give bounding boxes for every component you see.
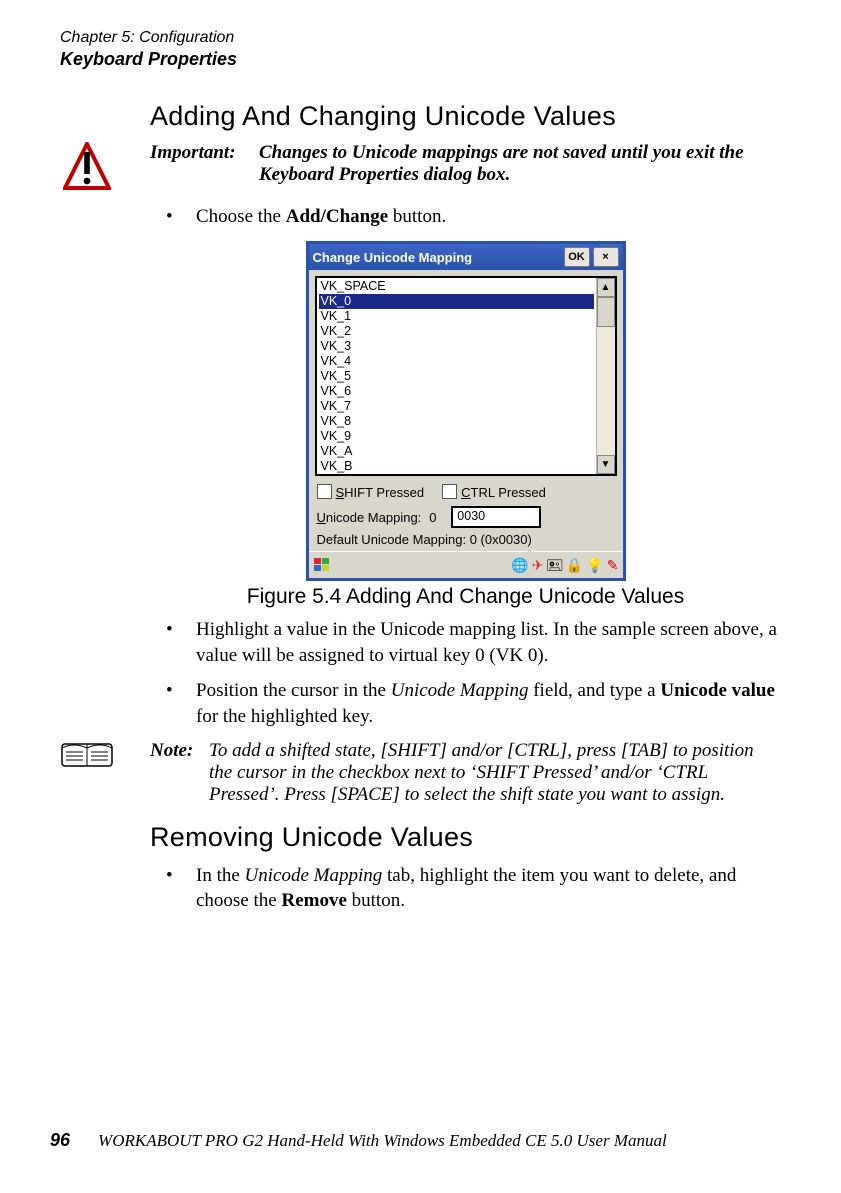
unicode-mapping-label: Unicode Mapping:: [317, 510, 422, 525]
list-item[interactable]: VK_1: [319, 309, 594, 324]
important-text: Changes to Unicode mappings are not save…: [259, 142, 769, 186]
bullet-a1-post: button.: [388, 206, 446, 227]
shift-u: S: [336, 485, 345, 500]
bullet-a1-bold: Add/Change: [286, 206, 388, 227]
bullet-b2: Position the cursor in the Unicode Mappi…: [150, 678, 781, 729]
note-icon: [60, 738, 114, 772]
note-text: To add a shifted state, [SHIFT] and/or […: [209, 740, 769, 806]
list-item[interactable]: VK_7: [319, 399, 594, 414]
bullet-b2-pre: Position the cursor in the: [196, 680, 391, 701]
bullet-list-b: Highlight a value in the Unicode mapping…: [150, 617, 781, 730]
shift-rest: HIFT Pressed: [344, 485, 424, 500]
section-title-adding: Adding And Changing Unicode Values: [150, 101, 781, 132]
bullet-list-a: Choose the Add/Change button.: [150, 204, 781, 230]
ctrl-u: C: [461, 485, 470, 500]
ctrl-pressed-checkbox[interactable]: CTRL Pressed: [442, 484, 546, 500]
dialog-titlebar: Change Unicode Mapping OK ×: [309, 244, 623, 270]
running-header: Chapter 5: Configuration Keyboard Proper…: [60, 28, 781, 71]
tray-pen-icon[interactable]: ✎: [607, 558, 619, 572]
figure-screenshot: Change Unicode Mapping OK × VK_SPACEVK_0…: [150, 241, 781, 581]
scroll-thumb[interactable]: [597, 297, 615, 327]
unicode-mapping-key: 0: [429, 510, 443, 525]
listbox-scrollbar[interactable]: ▲ ▼: [596, 278, 615, 474]
list-item[interactable]: VK_B: [319, 459, 594, 474]
section-title-removing: Removing Unicode Values: [150, 822, 781, 853]
list-item[interactable]: VK_A: [319, 444, 594, 459]
list-item[interactable]: VK_6: [319, 384, 594, 399]
scroll-up-button[interactable]: ▲: [597, 278, 615, 297]
list-item[interactable]: VK_4: [319, 354, 594, 369]
taskbar: 🌐 ✈ 🖭 🔒 💡 ✎: [309, 551, 623, 578]
bullet-b2-em: Unicode Mapping: [391, 680, 529, 701]
page-number: 96: [50, 1130, 70, 1150]
close-button[interactable]: ×: [593, 247, 619, 267]
tray-globe-icon[interactable]: 🌐: [511, 558, 528, 572]
note-label: Note:: [150, 740, 205, 762]
bullet-list-c: In the Unicode Mapping tab, highlight th…: [150, 863, 781, 914]
list-item[interactable]: VK_0: [319, 294, 594, 309]
bullet-b1: Highlight a value in the Unicode mapping…: [150, 617, 781, 668]
manual-title: WORKABOUT PRO G2 Hand-Held With Windows …: [98, 1131, 667, 1150]
scroll-down-button[interactable]: ▼: [597, 455, 615, 474]
list-item[interactable]: VK_3: [319, 339, 594, 354]
note-callout: Note: To add a shifted state, [SHIFT] an…: [150, 740, 781, 806]
shift-pressed-checkbox[interactable]: SHIFT Pressed: [317, 484, 425, 500]
map-rest: nicode Mapping:: [326, 510, 421, 525]
tray-pin-icon[interactable]: ✈: [532, 558, 544, 572]
bullet-c1-bold: Remove: [281, 890, 346, 911]
list-item[interactable]: VK_9: [319, 429, 594, 444]
chapter-line: Chapter 5: Configuration: [60, 28, 781, 48]
default-mapping-label: Default Unicode Mapping: 0 (0x0030): [309, 532, 623, 551]
list-item[interactable]: VK_2: [319, 324, 594, 339]
bullet-b2-mid: field, and type a: [528, 680, 660, 701]
figure-caption: Figure 5.4 Adding And Change Unicode Val…: [150, 585, 781, 609]
important-label: Important:: [150, 142, 255, 164]
scroll-track[interactable]: [597, 327, 615, 455]
ok-button[interactable]: OK: [564, 247, 590, 267]
list-item[interactable]: VK_8: [319, 414, 594, 429]
start-button-icon[interactable]: [313, 557, 331, 573]
page-footer: 96 WORKABOUT PRO G2 Hand-Held With Window…: [50, 1130, 667, 1151]
important-callout: Important: Changes to Unicode mappings a…: [150, 142, 781, 186]
tray-card-icon[interactable]: 🖭: [546, 558, 562, 572]
unicode-mapping-input[interactable]: 0030: [451, 506, 541, 528]
bullet-a1-pre: Choose the: [196, 206, 286, 227]
important-icon: [60, 142, 114, 194]
tray-bulb-icon[interactable]: 💡: [586, 558, 603, 572]
list-item[interactable]: VK_SPACE: [319, 279, 594, 294]
dialog-window: Change Unicode Mapping OK × VK_SPACEVK_0…: [306, 241, 626, 581]
ctrl-rest: TRL Pressed: [471, 485, 546, 500]
bullet-c1-post: button.: [347, 890, 405, 911]
bullet-c1-em: Unicode Mapping: [245, 865, 383, 886]
tray-lock-icon[interactable]: 🔒: [566, 558, 583, 572]
vk-listbox[interactable]: VK_SPACEVK_0VK_1VK_2VK_3VK_4VK_5VK_6VK_7…: [315, 276, 617, 476]
map-u: U: [317, 510, 326, 525]
bullet-c1: In the Unicode Mapping tab, highlight th…: [150, 863, 781, 914]
list-item[interactable]: VK_5: [319, 369, 594, 384]
bullet-c1-pre: In the: [196, 865, 245, 886]
system-tray: 🌐 ✈ 🖭 🔒 💡 ✎: [511, 558, 618, 572]
dialog-title: Change Unicode Mapping: [313, 250, 473, 265]
bullet-b2-bold: Unicode value: [660, 680, 775, 701]
bullet-b2-post: for the highlighted key.: [196, 706, 373, 727]
bullet-a1: Choose the Add/Change button.: [150, 204, 781, 230]
section-line: Keyboard Properties: [60, 48, 781, 71]
